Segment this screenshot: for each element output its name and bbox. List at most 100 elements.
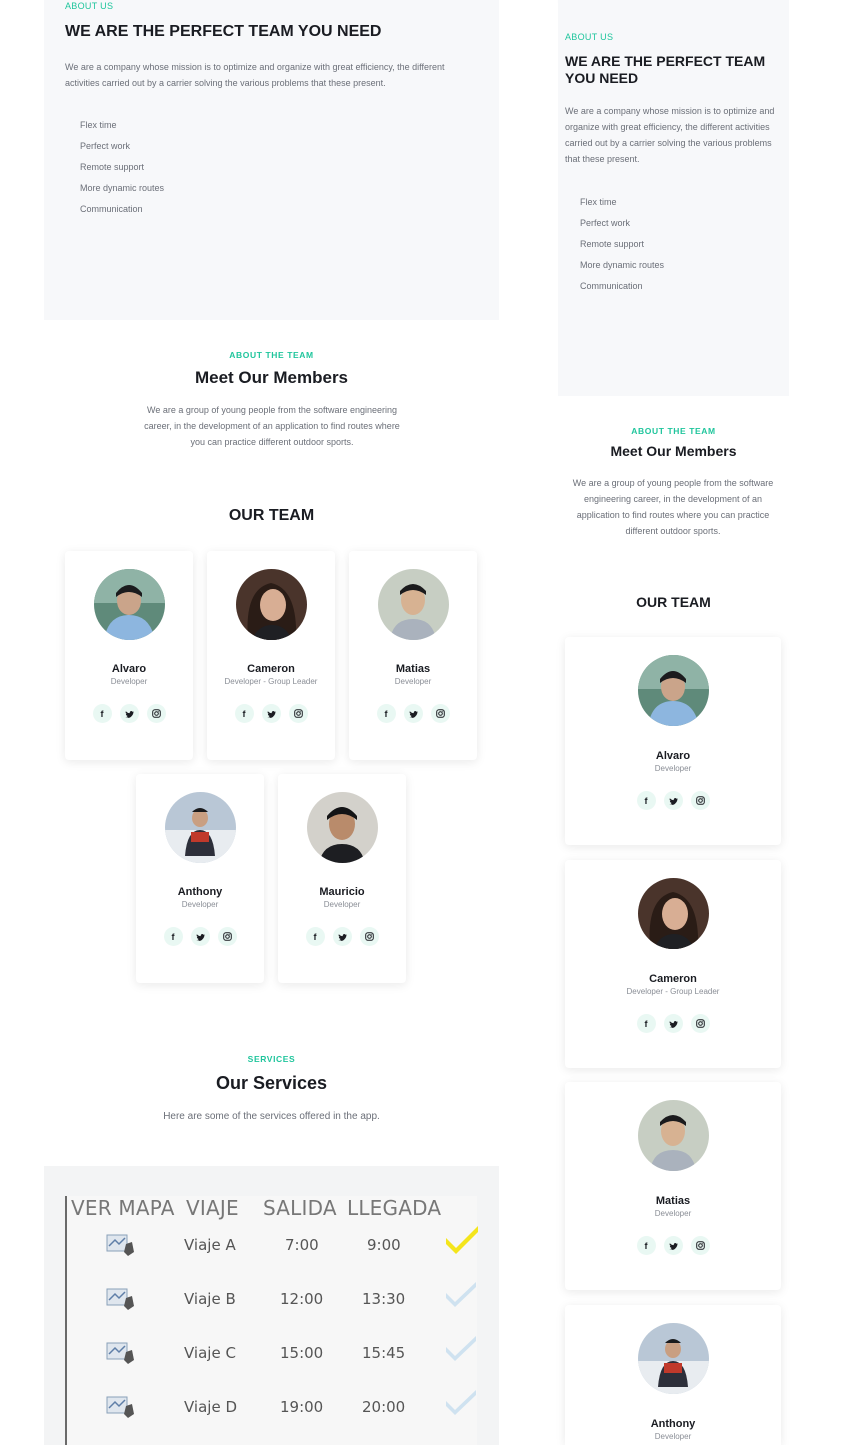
member-card-matias-mobile: Matias Developer f xyxy=(565,1082,781,1290)
member-card-alvaro-mobile: Alvaro Developer f xyxy=(565,637,781,845)
facebook-icon[interactable]: f xyxy=(234,704,254,723)
twitter-icon[interactable] xyxy=(663,791,683,810)
feature-list: Flex time Perfect work Remote support Mo… xyxy=(80,115,164,220)
check-icon[interactable] xyxy=(444,1280,480,1313)
member-role: Developer - Group Leader xyxy=(224,677,318,686)
trip-arrival: 13:30 xyxy=(362,1290,406,1308)
feature-item: Perfect work xyxy=(580,218,631,228)
about-title: WE ARE THE PERFECT TEAM YOU NEED xyxy=(65,23,382,40)
twitter-icon[interactable] xyxy=(403,704,423,723)
avatar-matias xyxy=(377,569,449,640)
trip-arrival: 20:00 xyxy=(362,1398,406,1416)
avatar-alvaro xyxy=(637,655,709,726)
twitter-icon[interactable] xyxy=(663,1014,683,1033)
trip-name: Viaje C xyxy=(184,1344,236,1362)
twitter-icon[interactable] xyxy=(663,1236,683,1255)
member-card-anthony: Anthony Developer f xyxy=(136,774,264,983)
avatar-matias xyxy=(637,1100,709,1171)
member-name: Matias xyxy=(395,663,431,675)
header-ver-mapa: VER MAPA xyxy=(71,1196,175,1220)
instagram-icon[interactable] xyxy=(146,704,166,723)
team-text: We are a group of young people from the … xyxy=(144,405,400,447)
map-icon[interactable] xyxy=(106,1396,140,1425)
facebook-icon[interactable]: f xyxy=(305,927,325,946)
header-viaje: VIAJE xyxy=(186,1196,239,1220)
check-icon[interactable] xyxy=(444,1334,480,1367)
twitter-icon[interactable] xyxy=(190,927,210,946)
instagram-icon[interactable] xyxy=(430,704,450,723)
trip-departure: 12:00 xyxy=(280,1290,324,1308)
schedule-table: VER MAPA VIAJE SALIDA LLEGADA Viaje A 7:… xyxy=(65,1196,480,1445)
instagram-icon[interactable] xyxy=(217,927,237,946)
facebook-icon[interactable]: f xyxy=(163,927,183,946)
check-icon-selected[interactable] xyxy=(444,1224,480,1259)
member-role: Developer xyxy=(654,1432,692,1441)
facebook-icon[interactable]: f xyxy=(636,1014,656,1033)
member-role: Developer xyxy=(110,677,148,686)
check-icon[interactable] xyxy=(444,1388,480,1421)
twitter-icon[interactable] xyxy=(119,704,139,723)
feature-item: More dynamic routes xyxy=(580,260,665,270)
member-card-cameron-mobile: Cameron Developer - Group Leader f xyxy=(565,860,781,1068)
avatar-cameron xyxy=(637,878,709,949)
twitter-icon[interactable] xyxy=(261,704,281,723)
feature-item: More dynamic routes xyxy=(80,183,165,193)
member-role: Developer xyxy=(654,1209,692,1218)
instagram-icon[interactable] xyxy=(690,1236,710,1255)
member-name: Anthony xyxy=(650,1418,696,1430)
social-links: f xyxy=(278,927,406,946)
member-name: Mauricio xyxy=(319,886,365,898)
avatar-anthony xyxy=(637,1323,709,1394)
map-icon[interactable] xyxy=(106,1234,140,1263)
team-eyebrow: ABOUT THE TEAM xyxy=(229,350,314,360)
member-role: Developer xyxy=(394,677,432,686)
services-title: Our Services xyxy=(215,1073,328,1093)
avatar-mauricio xyxy=(306,792,378,863)
feature-item: Flex time xyxy=(80,120,117,130)
member-name: Alvaro xyxy=(655,750,691,762)
feature-item: Remote support xyxy=(80,162,145,172)
avatar-cameron xyxy=(235,569,307,640)
member-role: Developer - Group Leader xyxy=(626,987,720,996)
instagram-icon[interactable] xyxy=(690,791,710,810)
avatar-anthony xyxy=(164,792,236,863)
member-card-matias: Matias Developer f xyxy=(349,551,477,760)
team-eyebrow-mobile: ABOUT THE TEAM xyxy=(631,426,716,436)
social-links: f xyxy=(565,1014,781,1033)
trip-departure: 7:00 xyxy=(285,1236,319,1254)
trip-name: Viaje A xyxy=(184,1236,236,1254)
member-role: Developer xyxy=(323,900,361,909)
trip-departure: 15:00 xyxy=(280,1344,324,1362)
feature-item: Communication xyxy=(80,204,143,214)
team-text-mobile: We are a group of young people from the … xyxy=(572,478,774,536)
our-team-heading-mobile: OUR TEAM xyxy=(636,594,711,610)
trip-name: Viaje D xyxy=(184,1398,238,1416)
services-eyebrow: SERVICES xyxy=(247,1054,296,1064)
about-eyebrow: ABOUT US xyxy=(65,1,114,11)
member-name: Anthony xyxy=(177,886,223,898)
feature-item: Remote support xyxy=(580,239,645,249)
facebook-icon[interactable]: f xyxy=(636,1236,656,1255)
member-card-mauricio: Mauricio Developer f xyxy=(278,774,406,983)
member-name: Matias xyxy=(655,1195,691,1207)
facebook-icon[interactable]: f xyxy=(636,791,656,810)
about-eyebrow-mobile: ABOUT US xyxy=(565,32,614,42)
services-text: Here are some of the services offered in… xyxy=(163,1111,380,1122)
instagram-icon[interactable] xyxy=(359,927,379,946)
map-icon[interactable] xyxy=(106,1288,140,1317)
feature-item: Flex time xyxy=(580,197,617,207)
member-card-anthony-mobile: Anthony Developer xyxy=(565,1305,781,1445)
twitter-icon[interactable] xyxy=(332,927,352,946)
instagram-icon[interactable] xyxy=(288,704,308,723)
social-links: f xyxy=(565,1236,781,1255)
map-icon[interactable] xyxy=(106,1342,140,1371)
header-llegada: LLEGADA xyxy=(347,1196,442,1220)
team-title: Meet Our Members xyxy=(194,368,349,387)
social-links: f xyxy=(207,704,335,723)
trip-departure: 19:00 xyxy=(280,1398,324,1416)
member-name: Cameron xyxy=(247,663,295,675)
facebook-icon[interactable]: f xyxy=(376,704,396,723)
instagram-icon[interactable] xyxy=(690,1014,710,1033)
our-team-heading: OUR TEAM xyxy=(228,507,315,524)
facebook-icon[interactable]: f xyxy=(92,704,112,723)
